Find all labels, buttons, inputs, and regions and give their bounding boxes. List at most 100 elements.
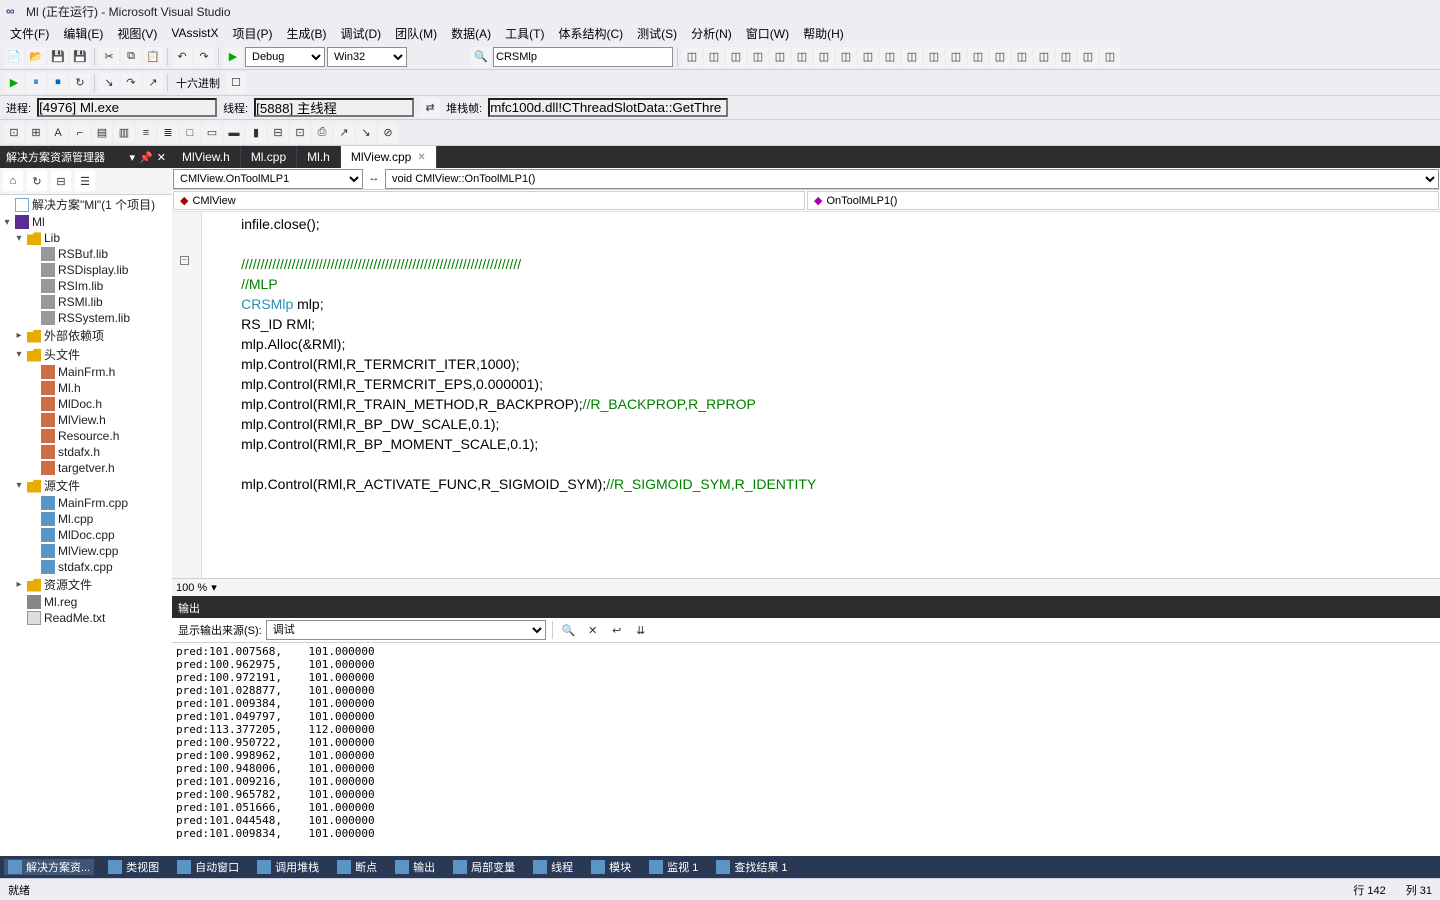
toolbar-icon[interactable]: ◫ — [924, 47, 944, 67]
edit-toolbar-icon[interactable]: ≣ — [158, 123, 178, 143]
edit-toolbar-icon[interactable]: ▭ — [202, 123, 222, 143]
tree-item[interactable]: ▾Ml — [0, 214, 172, 230]
saveall-icon[interactable]: 💾 — [70, 47, 90, 67]
edit-toolbar-icon[interactable]: ⊡ — [4, 123, 24, 143]
expand-icon[interactable]: ▾ — [14, 349, 24, 360]
out-clear-icon[interactable]: ✕ — [583, 620, 603, 640]
edit-toolbar-icon[interactable]: ⊞ — [26, 123, 46, 143]
editor-tab[interactable]: MlView.cpp✕ — [341, 146, 437, 168]
edit-toolbar-icon[interactable]: ⊘ — [378, 123, 398, 143]
process-combo[interactable] — [37, 98, 217, 117]
tree-item[interactable]: MlView.cpp — [0, 543, 172, 559]
bottom-tab[interactable]: 线程 — [529, 859, 577, 875]
tree-item[interactable]: ▸外部依赖项 — [0, 326, 172, 345]
nav-class[interactable]: ◆CMlView — [173, 191, 805, 210]
toolbar-icon[interactable]: ◫ — [946, 47, 966, 67]
cut-icon[interactable]: ✂ — [99, 47, 119, 67]
tree-item[interactable]: MainFrm.h — [0, 364, 172, 380]
tree-item[interactable]: stdafx.h — [0, 444, 172, 460]
tree-item[interactable]: MlView.h — [0, 412, 172, 428]
menu-item[interactable]: 窗口(W) — [740, 23, 795, 44]
editor-tab[interactable]: MlView.h — [172, 146, 241, 168]
tree-item[interactable]: 解决方案"Ml"(1 个项目) — [0, 195, 172, 214]
toolbar-icon[interactable]: ◫ — [704, 47, 724, 67]
find-input[interactable] — [493, 47, 673, 67]
bottom-tab[interactable]: 类视图 — [104, 859, 163, 875]
toolbar-icon[interactable]: ◫ — [836, 47, 856, 67]
bottom-tab[interactable]: 断点 — [333, 859, 381, 875]
menu-item[interactable]: 编辑(E) — [57, 23, 109, 44]
toolbar-icon[interactable]: ◫ — [990, 47, 1010, 67]
tree-item[interactable]: RSBuf.lib — [0, 246, 172, 262]
toolbar-icon[interactable]: ◫ — [1100, 47, 1120, 67]
expand-icon[interactable]: ▸ — [14, 579, 24, 590]
tree-item[interactable]: Ml.h — [0, 380, 172, 396]
thread-nav-icon[interactable]: ⇄ — [420, 98, 440, 118]
nav-icon[interactable]: ↔ — [364, 168, 384, 188]
find-icon[interactable]: 🔍 — [471, 47, 491, 67]
menu-item[interactable]: VAssistX — [165, 24, 224, 42]
tree-item[interactable]: Ml.reg — [0, 594, 172, 610]
tree-item[interactable]: ▾源文件 — [0, 476, 172, 495]
edit-toolbar-icon[interactable]: □ — [180, 123, 200, 143]
solution-tree[interactable]: 解决方案"Ml"(1 个项目)▾Ml▾LibRSBuf.libRSDisplay… — [0, 195, 172, 856]
tree-item[interactable]: stdafx.cpp — [0, 559, 172, 575]
copy-icon[interactable]: ⧉ — [121, 47, 141, 67]
toolbar-icon[interactable]: ◫ — [968, 47, 988, 67]
bottom-tab[interactable]: 调用堆栈 — [253, 859, 323, 875]
nav-func[interactable]: ◆OnToolMLP1() — [807, 191, 1439, 210]
menu-item[interactable]: 生成(B) — [280, 23, 332, 44]
out-wrap-icon[interactable]: ↩ — [607, 620, 627, 640]
edit-toolbar-icon[interactable]: ⊟ — [268, 123, 288, 143]
toolbar-icon[interactable]: ◫ — [1078, 47, 1098, 67]
menu-item[interactable]: 文件(F) — [4, 23, 55, 44]
output-body[interactable]: pred:101.007568, 101.000000 pred:100.962… — [172, 643, 1440, 856]
menu-item[interactable]: 团队(M) — [389, 23, 443, 44]
home-icon[interactable]: ⌂ — [3, 171, 23, 191]
play-icon[interactable]: ▶ — [4, 73, 24, 93]
expand-icon[interactable]: ▸ — [14, 330, 24, 341]
bottom-tab[interactable]: 局部变量 — [449, 859, 519, 875]
menu-item[interactable]: 视图(V) — [111, 23, 163, 44]
toolbar-icon[interactable]: ◫ — [880, 47, 900, 67]
stepinto-icon[interactable]: ↘ — [99, 73, 119, 93]
menu-item[interactable]: 帮助(H) — [797, 23, 850, 44]
tree-item[interactable]: RSMl.lib — [0, 294, 172, 310]
zoom-dropdown-icon[interactable]: ▾ — [211, 581, 217, 594]
properties-icon[interactable]: ☰ — [75, 171, 95, 191]
bottom-tab[interactable]: 监视 1 — [645, 859, 702, 875]
edit-toolbar-icon[interactable]: ↘ — [356, 123, 376, 143]
pause-icon[interactable]: ⏸ — [26, 73, 46, 93]
new-icon[interactable]: 📄 — [4, 47, 24, 67]
undo-icon[interactable]: ↶ — [172, 47, 192, 67]
stepover-icon[interactable]: ↷ — [121, 73, 141, 93]
tree-item[interactable]: MlDoc.h — [0, 396, 172, 412]
toolbar-icon[interactable]: ◫ — [858, 47, 878, 67]
toolbar-icon[interactable]: ◫ — [1034, 47, 1054, 67]
save-icon[interactable]: 💾 — [48, 47, 68, 67]
edit-toolbar-icon[interactable]: ▤ — [92, 123, 112, 143]
edit-toolbar-icon[interactable]: ▥ — [114, 123, 134, 143]
output-src-dropdown[interactable]: 调试 — [266, 620, 546, 640]
edit-toolbar-icon[interactable]: A — [48, 123, 68, 143]
close-icon[interactable]: ✕ — [157, 151, 166, 164]
thread-combo[interactable] — [254, 98, 414, 117]
redo-icon[interactable]: ↷ — [194, 47, 214, 67]
toolbar-icon[interactable]: ◫ — [1056, 47, 1076, 67]
paste-icon[interactable]: 📋 — [143, 47, 163, 67]
expand-icon[interactable]: ▾ — [14, 480, 24, 491]
edit-toolbar-icon[interactable]: ▬ — [224, 123, 244, 143]
bottom-tab[interactable]: 模块 — [587, 859, 635, 875]
out-find-icon[interactable]: 🔍 — [559, 620, 579, 640]
menu-item[interactable]: 调试(D) — [334, 23, 387, 44]
tree-item[interactable]: ▾头文件 — [0, 345, 172, 364]
edit-toolbar-icon[interactable]: ⊡ — [290, 123, 310, 143]
menu-item[interactable]: 项目(P) — [226, 23, 278, 44]
stack-combo[interactable] — [488, 98, 728, 117]
toolbar-icon[interactable]: ◫ — [902, 47, 922, 67]
menu-item[interactable]: 工具(T) — [499, 23, 550, 44]
open-icon[interactable]: 📂 — [26, 47, 46, 67]
toolbar-icon[interactable]: ◫ — [748, 47, 768, 67]
menu-item[interactable]: 体系结构(C) — [552, 23, 629, 44]
tree-item[interactable]: MlDoc.cpp — [0, 527, 172, 543]
